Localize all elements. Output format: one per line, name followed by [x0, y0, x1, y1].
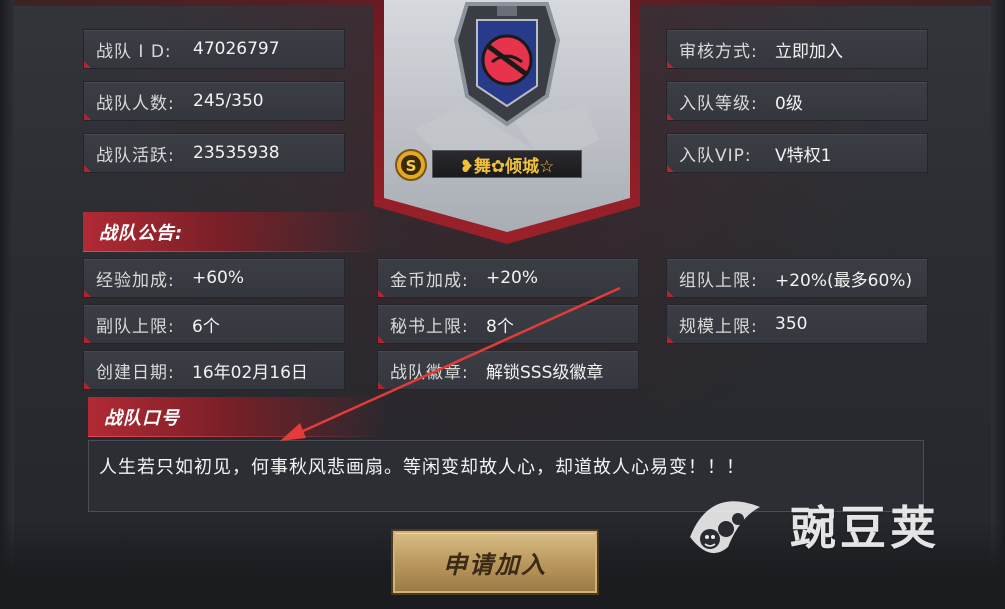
team-members-field: 战队人数: 245/350: [83, 81, 345, 121]
join-level-label: 入队等级:: [679, 93, 758, 114]
notice-header: 战队公告:: [83, 212, 383, 252]
team-activity-field: 战队活跃: 23535938: [83, 133, 345, 173]
svg-text:S: S: [406, 157, 417, 175]
squad-limit-field: 组队上限: +20%(最多60%): [666, 258, 928, 298]
exp-bonus-value: +60%: [192, 268, 245, 288]
scale-limit-value: 350: [775, 314, 808, 334]
review-mode-field: 审核方式: 立即加入: [666, 29, 928, 69]
created-date-label: 创建日期:: [96, 362, 175, 383]
exp-bonus-label: 经验加成:: [96, 270, 175, 291]
team-emblem-banner: [374, 0, 640, 244]
apply-join-button[interactable]: 申请加入: [393, 531, 597, 593]
notice-title: 战队公告:: [99, 223, 184, 244]
annotation-arrow: [280, 286, 621, 441]
watermark: 豌豆荚: [680, 470, 980, 580]
review-mode-label: 审核方式:: [679, 41, 758, 62]
team-members-value: 245/350: [193, 91, 264, 111]
team-id-field: 战队 I D: 47026797: [83, 29, 345, 69]
slogan-title: 战队口号: [104, 408, 180, 429]
team-members-label: 战队人数:: [96, 93, 175, 114]
vice-leader-limit-value: 6个: [192, 316, 220, 337]
team-activity-value: 23535938: [193, 143, 280, 163]
review-mode-value: 立即加入: [775, 41, 843, 62]
frame-left: [0, 0, 14, 609]
squad-limit-label: 组队上限:: [679, 270, 758, 291]
join-level-value: 0级: [775, 93, 803, 114]
squad-limit-value: +20%(最多60%): [775, 270, 913, 291]
join-vip-label: 入队VIP:: [679, 145, 752, 166]
team-id-label: 战队 I D:: [96, 41, 172, 62]
scale-limit-label: 规模上限:: [679, 316, 758, 337]
scale-limit-field: 规模上限: 350: [666, 304, 928, 344]
frame-right: [991, 0, 1005, 609]
leader-nickname: ❥舞✿倾城☆: [432, 150, 582, 178]
pea-pod-icon: [690, 501, 760, 554]
join-vip-field: 入队VIP: V特权1: [666, 133, 928, 173]
watermark-text: 豌豆荚: [790, 501, 940, 555]
team-activity-label: 战队活跃:: [96, 145, 175, 166]
team-id-value: 47026797: [193, 39, 280, 59]
vice-leader-limit-label: 副队上限:: [96, 316, 175, 337]
rank-s-icon: S: [395, 149, 427, 181]
join-level-field: 入队等级: 0级: [666, 81, 928, 121]
slogan-text: 人生若只如初见，何事秋风悲画扇。等闲变却故人心，却道故人心易变！！！: [99, 457, 745, 478]
join-vip-value: V特权1: [775, 145, 832, 166]
